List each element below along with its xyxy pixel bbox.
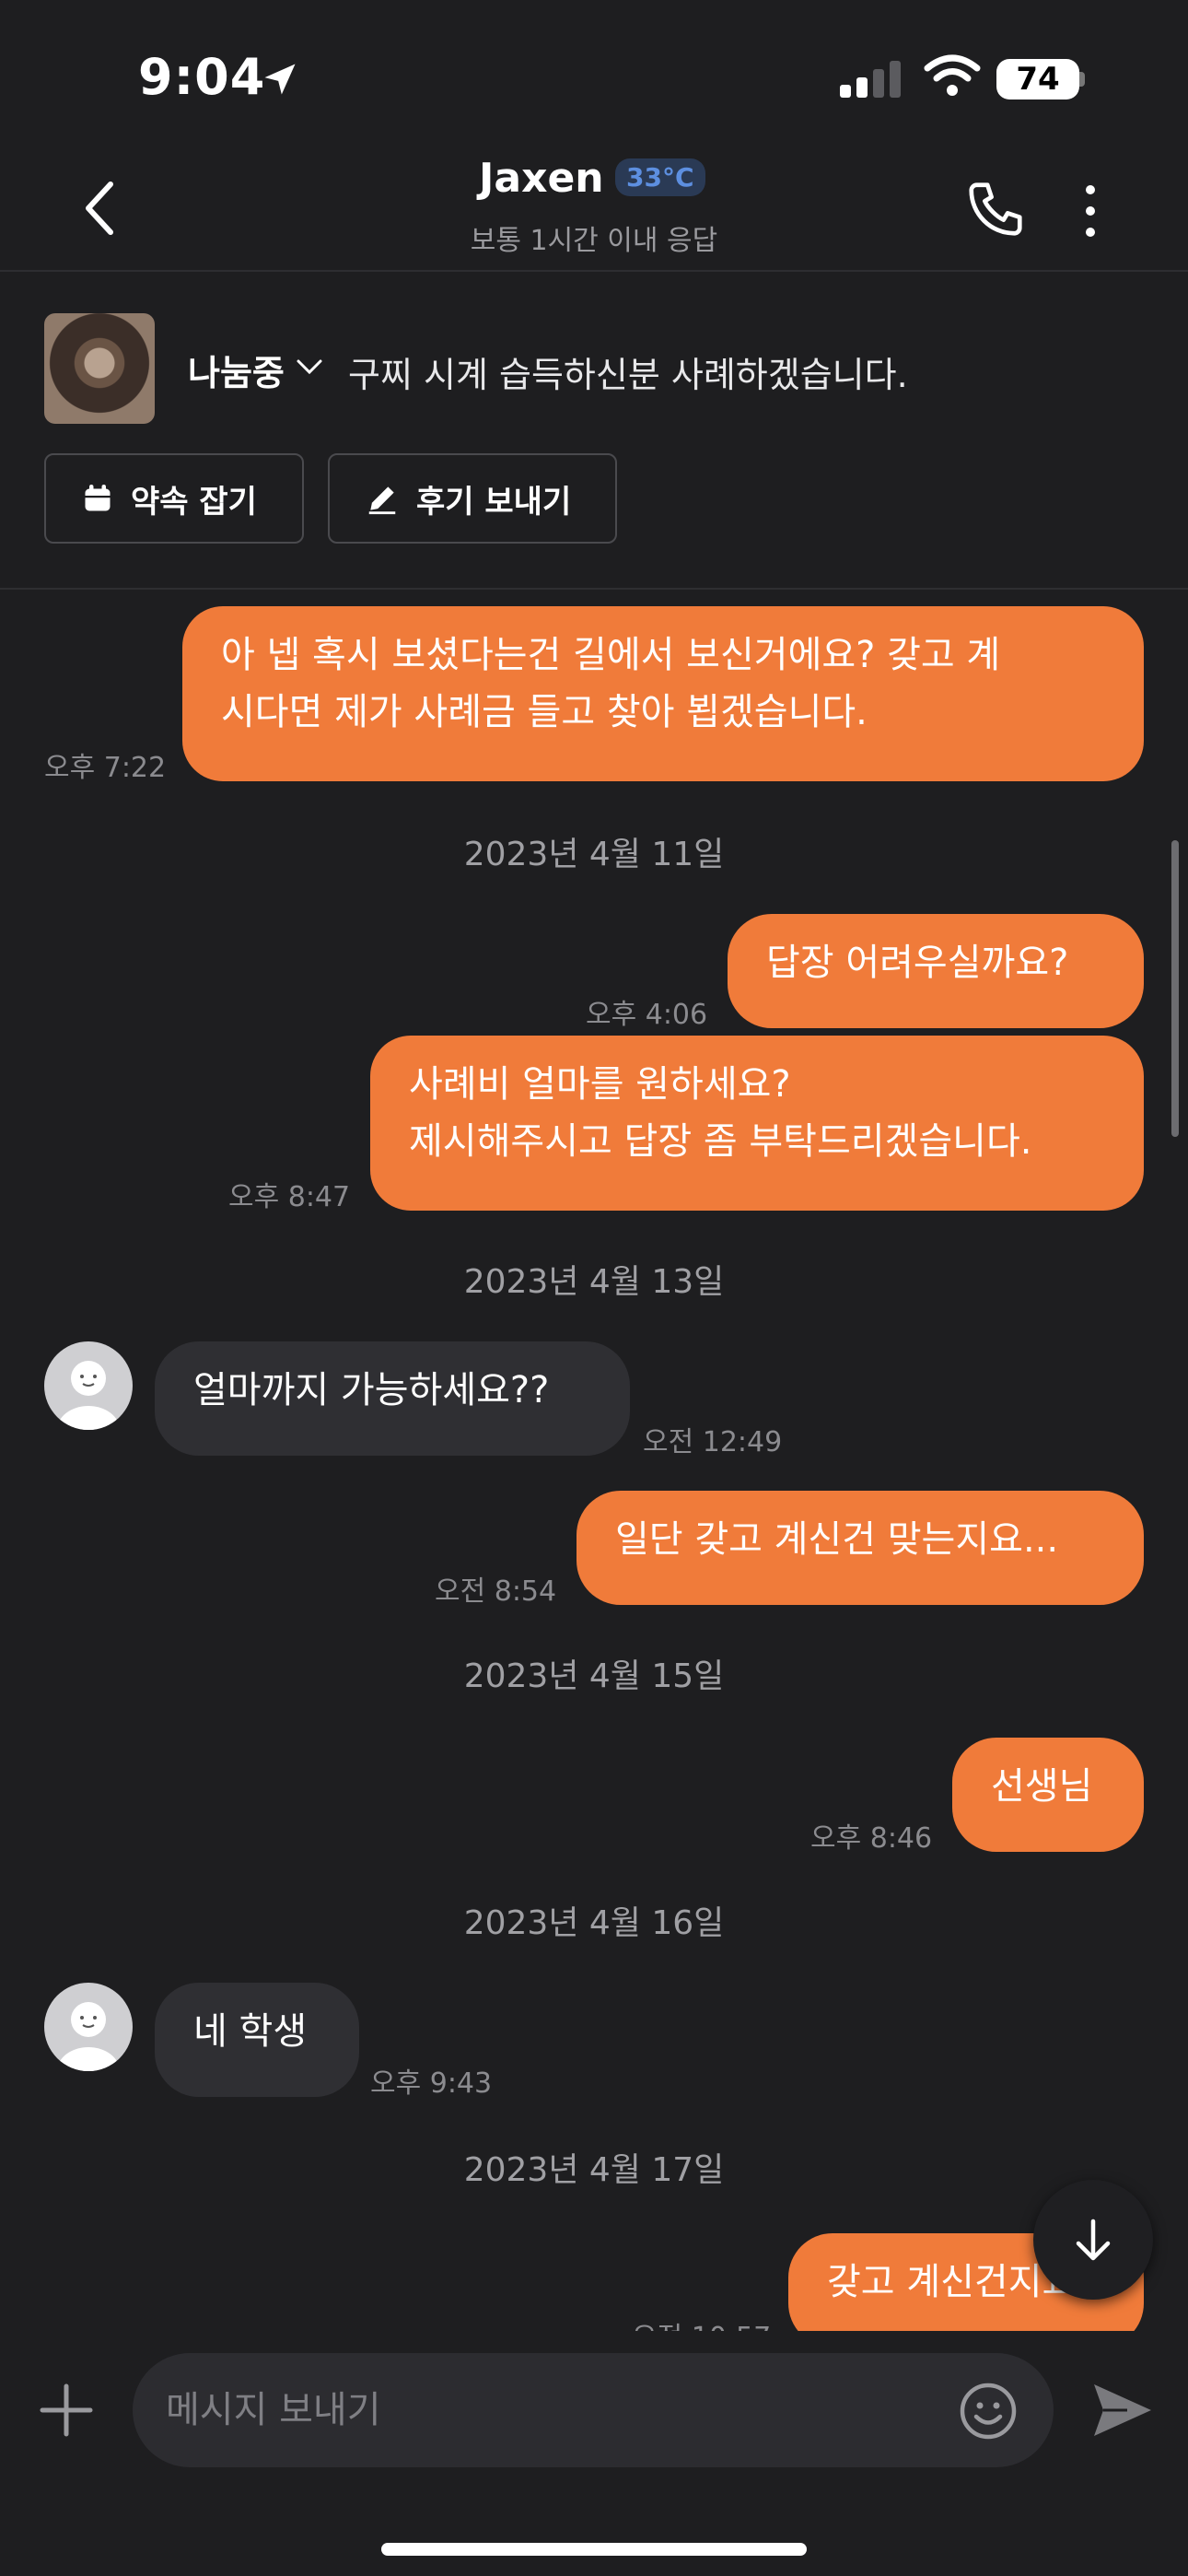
manner-temperature-badge[interactable]: 33°C [615,158,705,196]
avatar[interactable] [44,1341,133,1430]
home-indicator [381,2543,807,2556]
message-time: 오후 7:22 [44,752,167,784]
scroll-to-bottom-button[interactable] [1033,2180,1153,2300]
message-time: 오후 8:47 [228,1181,351,1213]
cellular-signal-icon [840,61,901,98]
message-text-line: 답장 어려우실까요? [766,942,1069,984]
message-text-line: 사례비 얼마를 원하세요? [409,1063,791,1106]
chat-partner-name[interactable]: Jaxen [479,155,604,202]
battery-nub [1079,72,1085,87]
arrow-down-icon [1076,2219,1111,2261]
product-title[interactable]: 구찌 시계 습득하신분 사례하겠습니다. [348,346,908,397]
message-text-line: 제시해주시고 답장 좀 부탁드리겠습니다. [409,1120,1032,1163]
product-status-dropdown[interactable]: 나눔중 [188,345,285,395]
message-text-line: 얼마까지 가능하세요?? [193,1369,550,1411]
their-message-bubble[interactable]: 얼마까지 가능하세요?? [155,1341,630,1456]
pencil-icon [368,486,396,515]
message-text-line: 아 넵 혹시 보셨다는건 길에서 보신거에요? 갖고 계 [221,634,1001,676]
date-separator: 2023년 4월 15일 [463,1657,725,1695]
message-text-line: 선생님 [991,1765,1093,1808]
message-time: 오후 4:06 [586,999,708,1031]
message-text-line: 네 학생 [193,2010,308,2053]
user-avatar-icon [57,1361,120,1430]
product-thumbnail[interactable] [44,313,155,424]
avatar[interactable] [44,1983,133,2071]
last-message-clip: 오전 10:57 갖고 계신건지요 [0,2230,1188,2336]
phone-icon[interactable] [963,177,1028,241]
my-message-bubble[interactable]: 아 넵 혹시 보셨다는건 길에서 보신거에요? 갖고 계 시다면 제가 사례금 … [182,606,1144,781]
my-message-bubble[interactable]: 사례비 얼마를 원하세요? 제시해주시고 답장 좀 부탁드리겠습니다. [370,1036,1144,1211]
message-time: 오전 12:49 [643,1426,783,1458]
my-message-bubble[interactable]: 일단 갖고 계신건 맞는지요... [577,1491,1144,1605]
my-message-bubble[interactable]: 선생님 [952,1738,1144,1852]
user-avatar-icon [57,2002,120,2071]
header-divider [0,270,1188,272]
their-message-bubble[interactable]: 네 학생 [155,1983,359,2097]
message-input[interactable] [133,2353,1054,2467]
calendar-icon [85,485,111,511]
status-time: 9:04 [138,48,266,106]
send-review-label: 후기 보내기 [416,483,572,521]
location-arrow-icon [264,64,296,95]
battery-level: 74 [1016,61,1060,98]
make-appointment-label: 약속 잡기 [131,483,257,521]
chevron-down-icon[interactable] [295,357,324,376]
emoji-icon[interactable] [958,2381,1019,2441]
message-time: 오전 8:54 [435,1575,557,1608]
battery-indicator: 74 [996,59,1079,100]
more-vertical-icon[interactable] [1072,181,1109,241]
message-text-line: 시다면 제가 사례금 들고 찾아 뵙겠습니다. [221,691,868,733]
date-separator: 2023년 4월 17일 [463,2151,725,2189]
send-icon[interactable] [1090,2381,1155,2440]
plus-icon[interactable] [37,2381,96,2440]
date-separator: 2023년 4월 16일 [463,1904,725,1942]
scrollbar-thumb[interactable] [1171,840,1179,1137]
send-review-button[interactable]: 후기 보내기 [328,453,617,544]
make-appointment-button[interactable]: 약속 잡기 [44,453,304,544]
my-message-bubble[interactable]: 답장 어려우실까요? [728,914,1144,1028]
date-separator: 2023년 4월 11일 [463,836,725,873]
product-divider [0,588,1188,590]
message-time: 오후 9:43 [370,2067,493,2100]
wifi-icon [924,54,981,96]
date-separator: 2023년 4월 13일 [463,1263,725,1301]
message-text-line: 일단 갖고 계신건 맞는지요... [615,1518,1059,1561]
message-time: 오후 8:46 [810,1822,933,1855]
